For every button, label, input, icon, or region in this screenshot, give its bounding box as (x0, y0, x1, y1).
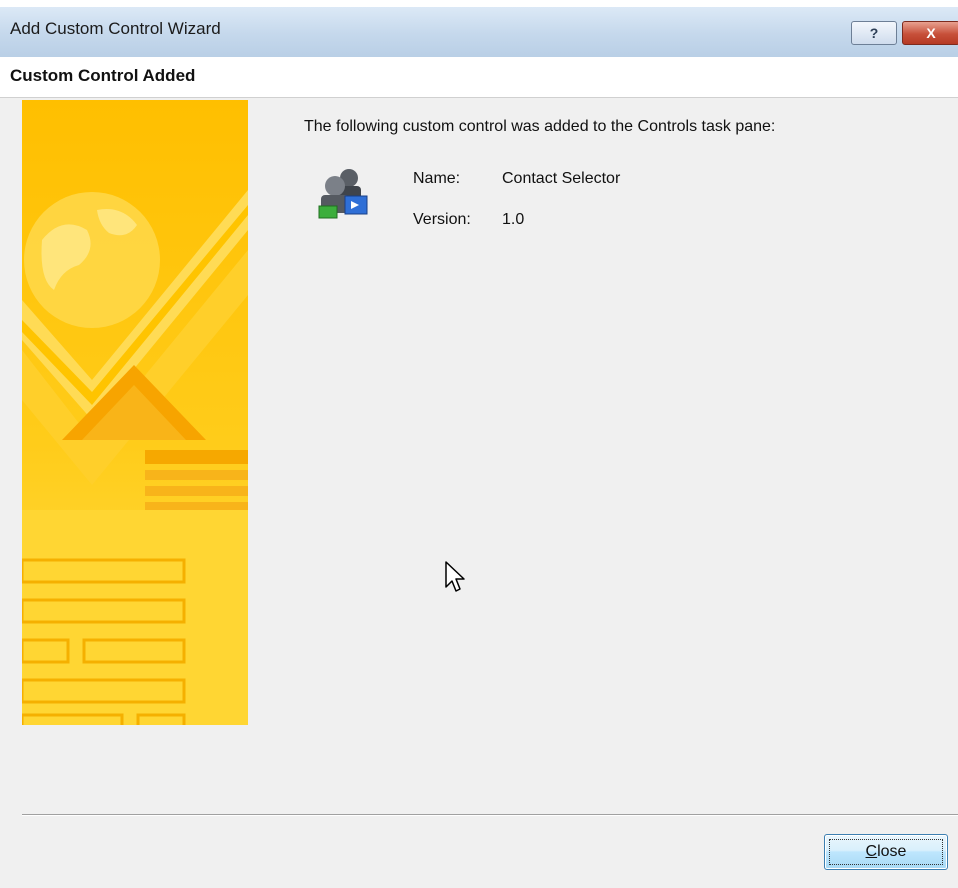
wizard-side-banner (22, 100, 248, 725)
background-app-menubar: ▔▔▔ ▔▔▔ ▔▔▔ ▔▔ (0, 0, 958, 7)
help-icon: ? (869, 25, 879, 41)
result-message: The following custom control was added t… (304, 118, 776, 135)
focus-ring (829, 839, 943, 865)
name-label: Name: (413, 170, 461, 187)
wizard-dialog: ▔▔▔ ▔▔▔ ▔▔▔ ▔▔ Add Custom Control Wizard… (0, 0, 958, 888)
close-icon: X (926, 25, 936, 41)
page-title: Custom Control Added (10, 66, 196, 85)
people-icon (315, 166, 371, 220)
background-menu-fragment: ▔▔▔ ▔▔▔ ▔▔▔ ▔▔ (8, 0, 166, 7)
close-button[interactable]: Close (824, 834, 948, 870)
version-value: 1.0 (502, 211, 525, 228)
version-label: Version: (413, 211, 471, 228)
wizard-page-header: Custom Control Added (0, 57, 958, 98)
help-button[interactable]: ? (851, 21, 897, 45)
window-close-button[interactable]: X (902, 21, 958, 45)
title-bar[interactable]: Add Custom Control Wizard ? X (0, 7, 958, 58)
mouse-cursor-icon (444, 560, 470, 596)
wizard-banner-artwork (22, 100, 248, 725)
window-title: Add Custom Control Wizard (10, 19, 221, 38)
name-value: Contact Selector (502, 170, 621, 187)
footer-divider (22, 814, 958, 816)
